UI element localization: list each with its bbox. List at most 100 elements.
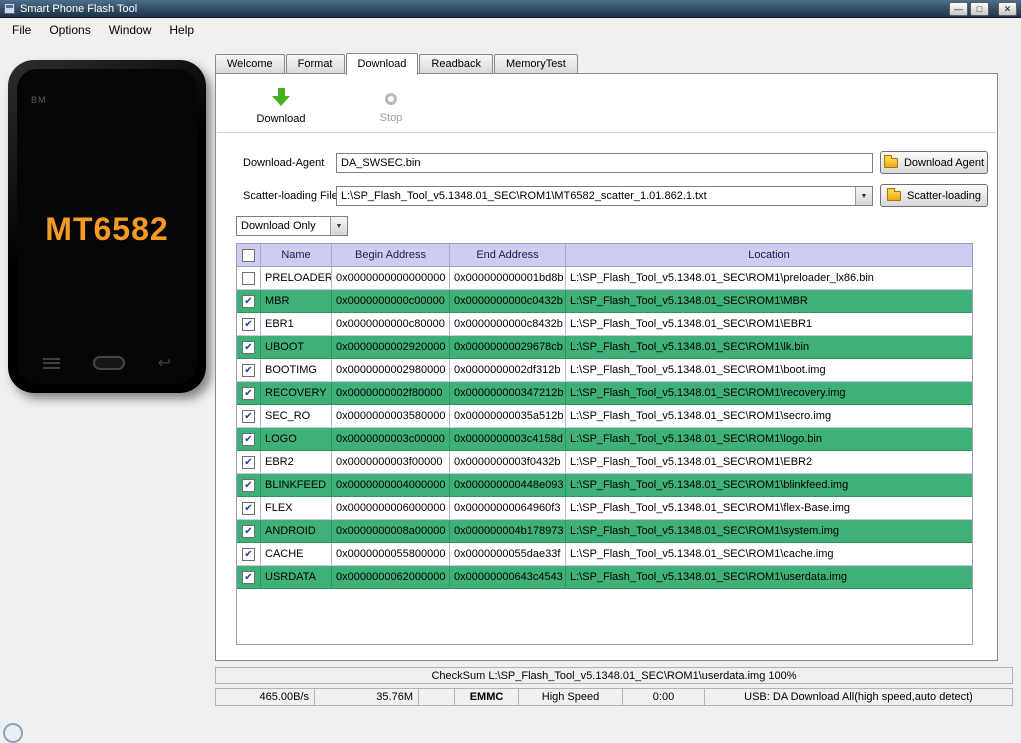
row-checkbox[interactable]: ✔	[242, 570, 255, 584]
end-address: 0x0000000003f0432b	[450, 451, 566, 473]
begin-address: 0x0000000008a00000	[332, 520, 450, 542]
row-checkbox-cell: ✔	[237, 313, 261, 335]
row-checkbox-cell: ✔	[237, 497, 261, 519]
table-row-recovery: ✔ RECOVERY 0x0000000002f80000 0x00000000034…	[237, 382, 972, 405]
menu-file[interactable]: File	[3, 19, 40, 41]
row-checkbox[interactable]: ✔	[242, 524, 255, 538]
row-checkbox-cell: ✔	[237, 359, 261, 381]
header-name: Name	[261, 244, 332, 266]
begin-address: 0x0000000002980000	[332, 359, 450, 381]
status-speed-mode: High Speed	[519, 688, 623, 706]
status-spacer	[419, 688, 455, 706]
minimize-button[interactable]: —	[949, 1, 968, 16]
status-usb-mode: USB: DA Download All(high speed,auto det…	[705, 688, 1013, 706]
row-checkbox-cell: ✔	[237, 520, 261, 542]
file-location: L:\SP_Flash_Tool_v5.1348.01_SEC\ROM1\lk.…	[570, 341, 810, 353]
download-mode-value: Download Only	[241, 220, 316, 232]
row-checkbox[interactable]: ✔	[242, 386, 255, 400]
chipset-label: MT6582	[45, 211, 169, 247]
scatter-loading-button-label: Scatter-loading	[907, 189, 981, 202]
window-controls: — □ ✕	[949, 1, 1017, 16]
row-checkbox[interactable]: ✔	[242, 547, 255, 561]
row-checkbox[interactable]: ✔	[242, 294, 255, 308]
header-location: Location	[748, 249, 790, 261]
tab-welcome[interactable]: Welcome	[215, 54, 285, 73]
row-checkbox[interactable]: ✔	[242, 455, 255, 469]
row-checkbox[interactable]: ✔	[242, 432, 255, 446]
select-all-checkbox[interactable]	[242, 248, 255, 262]
status-elapsed-time: 0:00	[623, 688, 705, 706]
scatter-loading-label: Scatter-loading File	[243, 190, 338, 202]
table-row-android: ✔ ANDROID 0x0000000008a00000 0x000000004b17…	[237, 520, 972, 543]
row-checkbox[interactable]: ✔	[242, 501, 255, 515]
download-mode-select[interactable]: Download Only ▼	[236, 216, 348, 236]
row-checkbox-cell: ✔	[237, 428, 261, 450]
end-address: 0x000000000001bd8b	[450, 267, 566, 289]
row-checkbox[interactable]: ✔	[242, 317, 255, 331]
tab-readback[interactable]: Readback	[419, 54, 493, 73]
download-agent-label: Download-Agent	[243, 157, 325, 169]
download-agent-button[interactable]: Download Agent	[880, 151, 988, 174]
tab-strip: Welcome Format Download Readback MemoryT…	[215, 52, 579, 75]
partition-name: EBR1	[261, 313, 332, 335]
file-location: L:\SP_Flash_Tool_v5.1348.01_SEC\ROM1\sys…	[570, 525, 840, 537]
tab-format[interactable]: Format	[285, 54, 345, 73]
phone-menu-icon	[43, 357, 60, 369]
download-icon	[249, 88, 313, 106]
table-row-usrdata: ✔ USRDATA 0x0000000062000000 0x00000000643c…	[237, 566, 972, 589]
begin-address: 0x0000000003c00000	[332, 428, 450, 450]
scatter-file-value: L:\SP_Flash_Tool_v5.1348.01_SEC\ROM1\MT6…	[341, 190, 707, 202]
partition-name: PRELOADER	[261, 267, 332, 289]
file-location: L:\SP_Flash_Tool_v5.1348.01_SEC\ROM1\cac…	[570, 548, 834, 560]
chevron-down-icon[interactable]: ▼	[855, 187, 872, 205]
table-row-mbr: ✔ MBR 0x0000000000c00000 0x0000000000c0432b…	[237, 290, 972, 313]
end-address: 0x0000000002df312b	[450, 359, 566, 381]
partition-name: USRDATA	[261, 566, 332, 588]
menu-options[interactable]: Options	[40, 19, 99, 41]
row-checkbox-cell: ✔	[237, 382, 261, 404]
progress-indicator	[3, 723, 23, 743]
table-row-blinkfeed: ✔ BLINKFEED 0x0000000004000000 0x0000000004…	[237, 474, 972, 497]
table-row-ebr2: ✔ EBR2 0x0000000003f00000 0x0000000003f0432…	[237, 451, 972, 474]
row-checkbox[interactable]: ✔	[242, 363, 255, 377]
phone-back-icon: ↩	[157, 353, 171, 372]
menu-help[interactable]: Help	[160, 19, 203, 41]
download-agent-input[interactable]	[336, 153, 873, 173]
phone-home-icon	[92, 356, 125, 370]
scatter-file-combobox[interactable]: L:\SP_Flash_Tool_v5.1348.01_SEC\ROM1\MT6…	[336, 186, 873, 206]
download-tab-panel: Download Stop Download-Agent Download Ag…	[215, 73, 998, 661]
table-row-logo: ✔ LOGO 0x0000000003c00000 0x0000000003c4158…	[237, 428, 972, 451]
chevron-down-icon[interactable]: ▼	[330, 217, 347, 235]
partition-name: LOGO	[261, 428, 332, 450]
end-address: 0x0000000000c0432b	[450, 290, 566, 312]
table-row-uboot: ✔ UBOOT 0x0000000002920000 0x00000000029678…	[237, 336, 972, 359]
folder-icon	[887, 187, 901, 201]
tab-memorytest[interactable]: MemoryTest	[493, 54, 578, 73]
end-address: 0x0000000000c8432b	[450, 313, 566, 335]
menu-bar: File Options Window Help	[0, 18, 1021, 41]
scatter-loading-button[interactable]: Scatter-loading	[880, 184, 988, 207]
end-address: 0x00000000035a512b	[450, 405, 566, 427]
close-button[interactable]: ✕	[998, 1, 1017, 16]
row-checkbox[interactable]: ✔	[242, 340, 255, 354]
toolbar-divider	[217, 132, 996, 133]
phone-screen: BM MT6582 ↩	[17, 69, 197, 384]
header-end-address: End Address	[450, 244, 566, 266]
table-row-flex: ✔ FLEX 0x0000000006000000 0x00000000064960f…	[237, 497, 972, 520]
download-action-label: Download	[256, 113, 306, 125]
download-action-button[interactable]: Download	[249, 88, 313, 125]
tab-download[interactable]: Download	[345, 53, 419, 75]
checksum-status-bar: CheckSum L:\SP_Flash_Tool_v5.1348.01_SEC…	[215, 667, 1013, 684]
phone-brand-label: BM	[31, 95, 47, 105]
row-checkbox[interactable]: ✔	[242, 409, 255, 423]
row-checkbox[interactable]	[242, 271, 255, 285]
table-body: PRELOADER 0x0000000000000000 0x00000000000…	[237, 267, 972, 589]
partition-name: EBR2	[261, 451, 332, 473]
file-location: L:\SP_Flash_Tool_v5.1348.01_SEC\ROM1\log…	[570, 433, 822, 445]
row-checkbox[interactable]: ✔	[242, 478, 255, 492]
stop-action-button[interactable]: Stop	[359, 90, 423, 124]
maximize-button[interactable]: □	[970, 1, 989, 16]
window-title: Smart Phone Flash Tool	[20, 2, 138, 15]
menu-window[interactable]: Window	[100, 19, 161, 41]
begin-address: 0x0000000002920000	[332, 336, 450, 358]
